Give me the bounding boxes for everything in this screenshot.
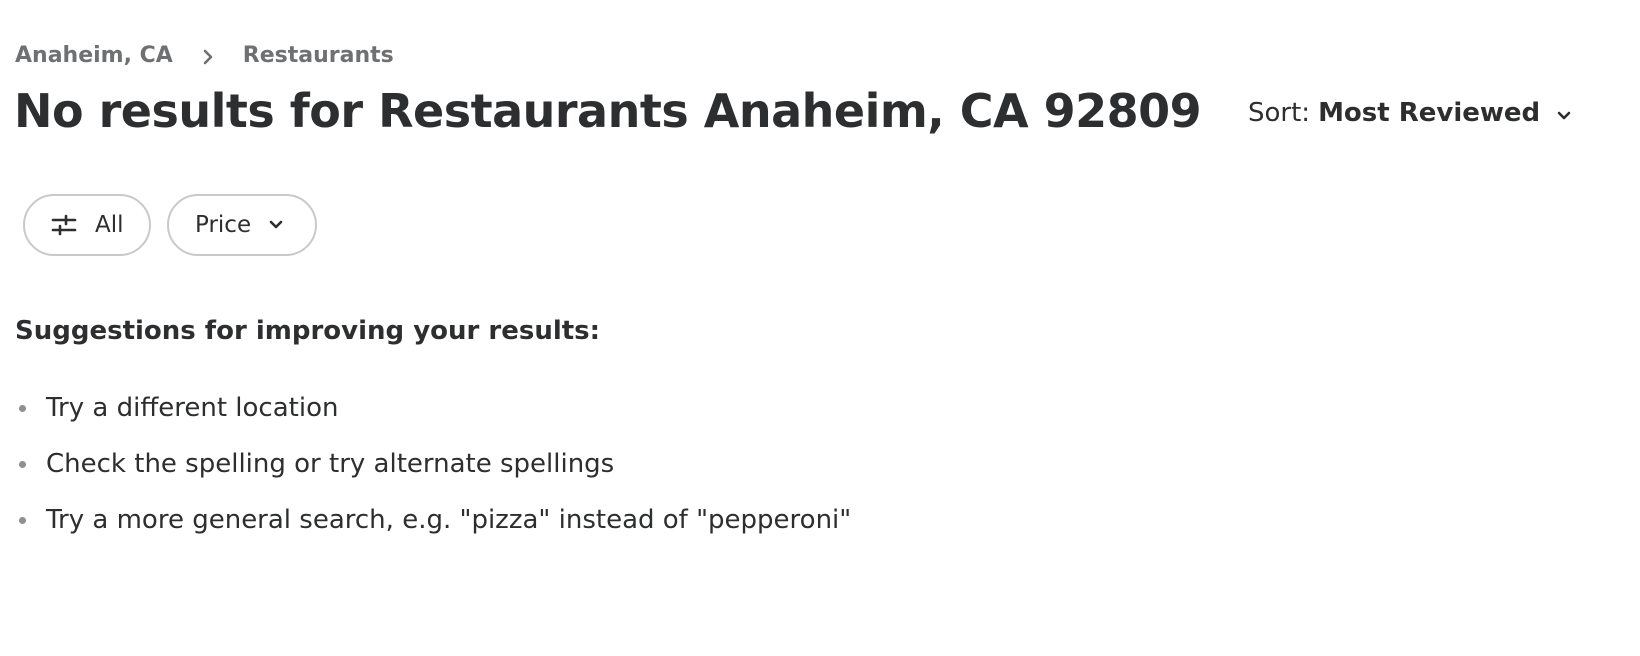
filter-bar: All Price <box>23 194 317 256</box>
chevron-down-icon <box>267 216 285 234</box>
price-filter-label: Price <box>195 212 252 238</box>
list-item: Try a different location <box>15 380 851 436</box>
suggestion-text: Try a more general search, e.g. "pizza" … <box>46 505 852 535</box>
list-item: Try a more general search, e.g. "pizza" … <box>15 492 851 548</box>
breadcrumb-category-link[interactable]: Restaurants <box>243 43 394 68</box>
suggestions-heading: Suggestions for improving your results: <box>15 316 601 346</box>
all-filters-button[interactable]: All <box>23 194 151 256</box>
suggestions-section: Suggestions for improving your results: … <box>15 316 851 548</box>
suggestions-list: Try a different location Check the spell… <box>15 380 851 548</box>
list-item: Check the spelling or try alternate spel… <box>15 436 851 492</box>
search-results-page: Anaheim, CA Restaurants No results for R… <box>0 0 1640 656</box>
sliders-icon <box>49 210 79 240</box>
sort-dropdown[interactable]: Sort: Most Reviewed <box>1248 98 1574 128</box>
breadcrumb: Anaheim, CA Restaurants <box>15 43 394 68</box>
sort-value: Most Reviewed <box>1318 98 1541 128</box>
page-title: No results for Restaurants Anaheim, CA 9… <box>14 84 1202 138</box>
suggestion-text: Try a different location <box>46 393 339 423</box>
bullet-icon <box>19 404 26 412</box>
sort-label: Sort: <box>1248 98 1311 128</box>
chevron-right-icon <box>199 47 217 65</box>
price-filter-button[interactable]: Price <box>167 194 317 256</box>
chevron-down-icon <box>1554 103 1574 123</box>
all-filters-label: All <box>95 212 124 238</box>
bullet-icon <box>19 516 26 524</box>
suggestion-text: Check the spelling or try alternate spel… <box>46 449 615 479</box>
breadcrumb-location-link[interactable]: Anaheim, CA <box>15 43 173 68</box>
bullet-icon <box>19 460 26 468</box>
